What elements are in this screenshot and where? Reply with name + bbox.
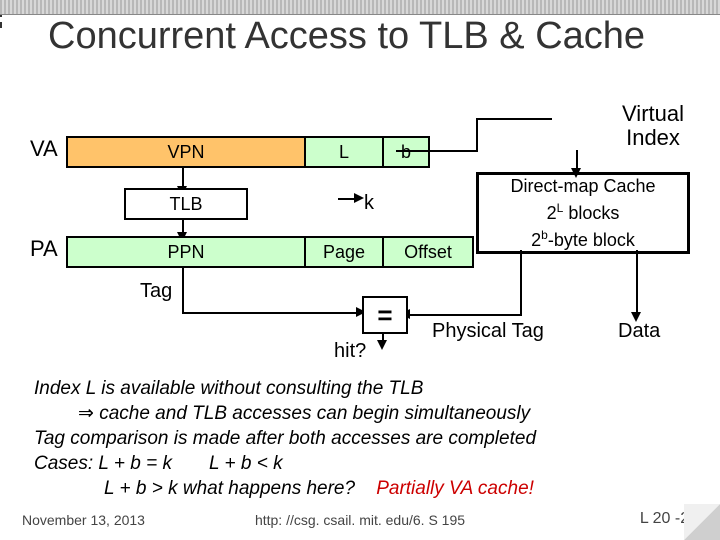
line-vi-h1 bbox=[396, 150, 476, 152]
body-l2: ⇒ cache and TLB accesses can begin simul… bbox=[34, 401, 694, 426]
partial-va-cache: Partially VA cache! bbox=[376, 478, 534, 499]
cache-box: Direct-map Cache 2L blocks 2b-byte block bbox=[476, 172, 690, 254]
footer-url: http: //csg. csail. mit. edu/6. S 195 bbox=[0, 512, 720, 528]
pa-fields: PPN Page Offset bbox=[66, 236, 474, 268]
line-cache-ptag bbox=[520, 250, 522, 314]
line-ppn-down bbox=[182, 268, 184, 312]
field-b: b bbox=[384, 136, 430, 168]
field-ppn: PPN bbox=[66, 236, 306, 268]
physical-tag-label: Physical Tag bbox=[432, 320, 544, 343]
body-text: Index L is available without consulting … bbox=[34, 376, 694, 501]
body-l1: Index L is available without consulting … bbox=[34, 376, 694, 401]
hit-label: hit? bbox=[334, 340, 366, 363]
page-curl-icon bbox=[684, 504, 720, 540]
body-l5: L + b > k what happens here? Partially V… bbox=[34, 476, 694, 501]
virtual-index-text: Virtual Index bbox=[622, 101, 684, 150]
implies-icon: ⇒ bbox=[78, 403, 94, 424]
cache-line3: 2b-byte block bbox=[531, 224, 635, 251]
line-ppn-to-eq bbox=[182, 312, 362, 314]
line-cache-data bbox=[636, 250, 638, 316]
arrowhead-eq-to-hit bbox=[377, 340, 387, 350]
data-label: Data bbox=[618, 320, 660, 343]
label-k: k bbox=[364, 192, 374, 215]
cache-line2: 2L blocks bbox=[547, 197, 620, 224]
line-vi-v bbox=[476, 118, 478, 152]
arrow-vpn-to-tlb bbox=[182, 168, 184, 188]
field-vpn: VPN bbox=[66, 136, 306, 168]
virtual-index-label: Virtual Index bbox=[622, 102, 684, 150]
line-ptag-to-eq bbox=[406, 314, 522, 316]
field-L: L bbox=[306, 136, 384, 168]
arrowhead-to-k bbox=[354, 193, 364, 203]
slide-title: Concurrent Access to TLB & Cache bbox=[48, 14, 645, 58]
body-l4: Cases: L + b = k L + b < k bbox=[34, 451, 694, 476]
field-offset: Offset bbox=[384, 236, 474, 268]
cache-line1: Direct-map Cache bbox=[510, 175, 655, 197]
line-vi-h2 bbox=[476, 118, 552, 120]
tag-label: Tag bbox=[140, 280, 172, 303]
pa-label: PA bbox=[30, 236, 58, 262]
tlb-box: TLB bbox=[124, 188, 248, 220]
comparator-equals: = bbox=[362, 296, 408, 334]
top-pattern-bar bbox=[0, 0, 720, 15]
field-page: Page bbox=[306, 236, 384, 268]
va-label: VA bbox=[30, 136, 58, 162]
body-l3: Tag comparison is made after both access… bbox=[34, 426, 694, 451]
va-fields: VPN L b bbox=[66, 136, 430, 168]
